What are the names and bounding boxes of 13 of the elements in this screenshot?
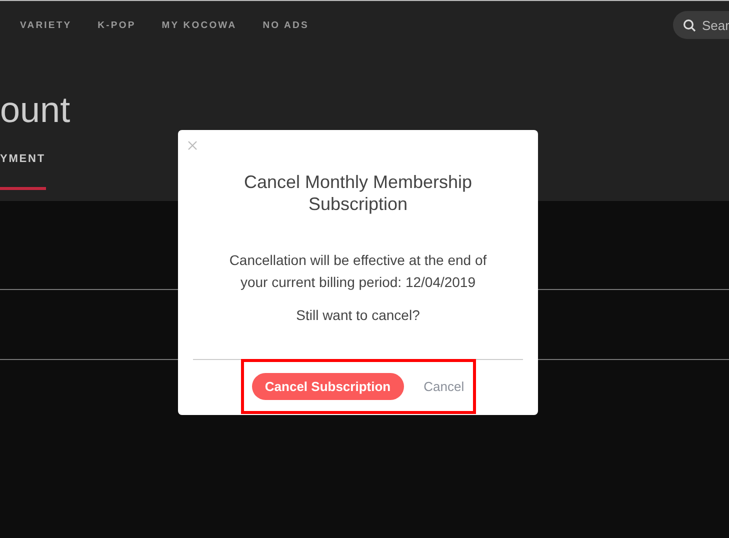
cancel-button[interactable]: Cancel — [424, 379, 464, 394]
tab[interactable]: YMENT — [0, 147, 46, 190]
dialog-question: Still want to cancel? — [296, 306, 420, 325]
search-field[interactable]: Sear — [673, 11, 729, 39]
dialog-message: Cancellation will be effective at the end of your current billing period: 12/04/2019 — [228, 251, 488, 292]
dialog-title: Cancel Monthly Membership Subscription — [242, 171, 474, 215]
nav-link[interactable]: NO ADS — [262, 20, 309, 30]
page-title: ount — [0, 90, 70, 130]
close-icon[interactable] — [188, 141, 197, 150]
nav-link[interactable]: K-POP — [98, 20, 136, 30]
cancel-subscription-button[interactable]: Cancel Subscription — [252, 373, 404, 400]
nav-link[interactable]: VARIETY — [20, 20, 72, 30]
nav-link[interactable]: MY KOCOWA — [162, 20, 237, 30]
